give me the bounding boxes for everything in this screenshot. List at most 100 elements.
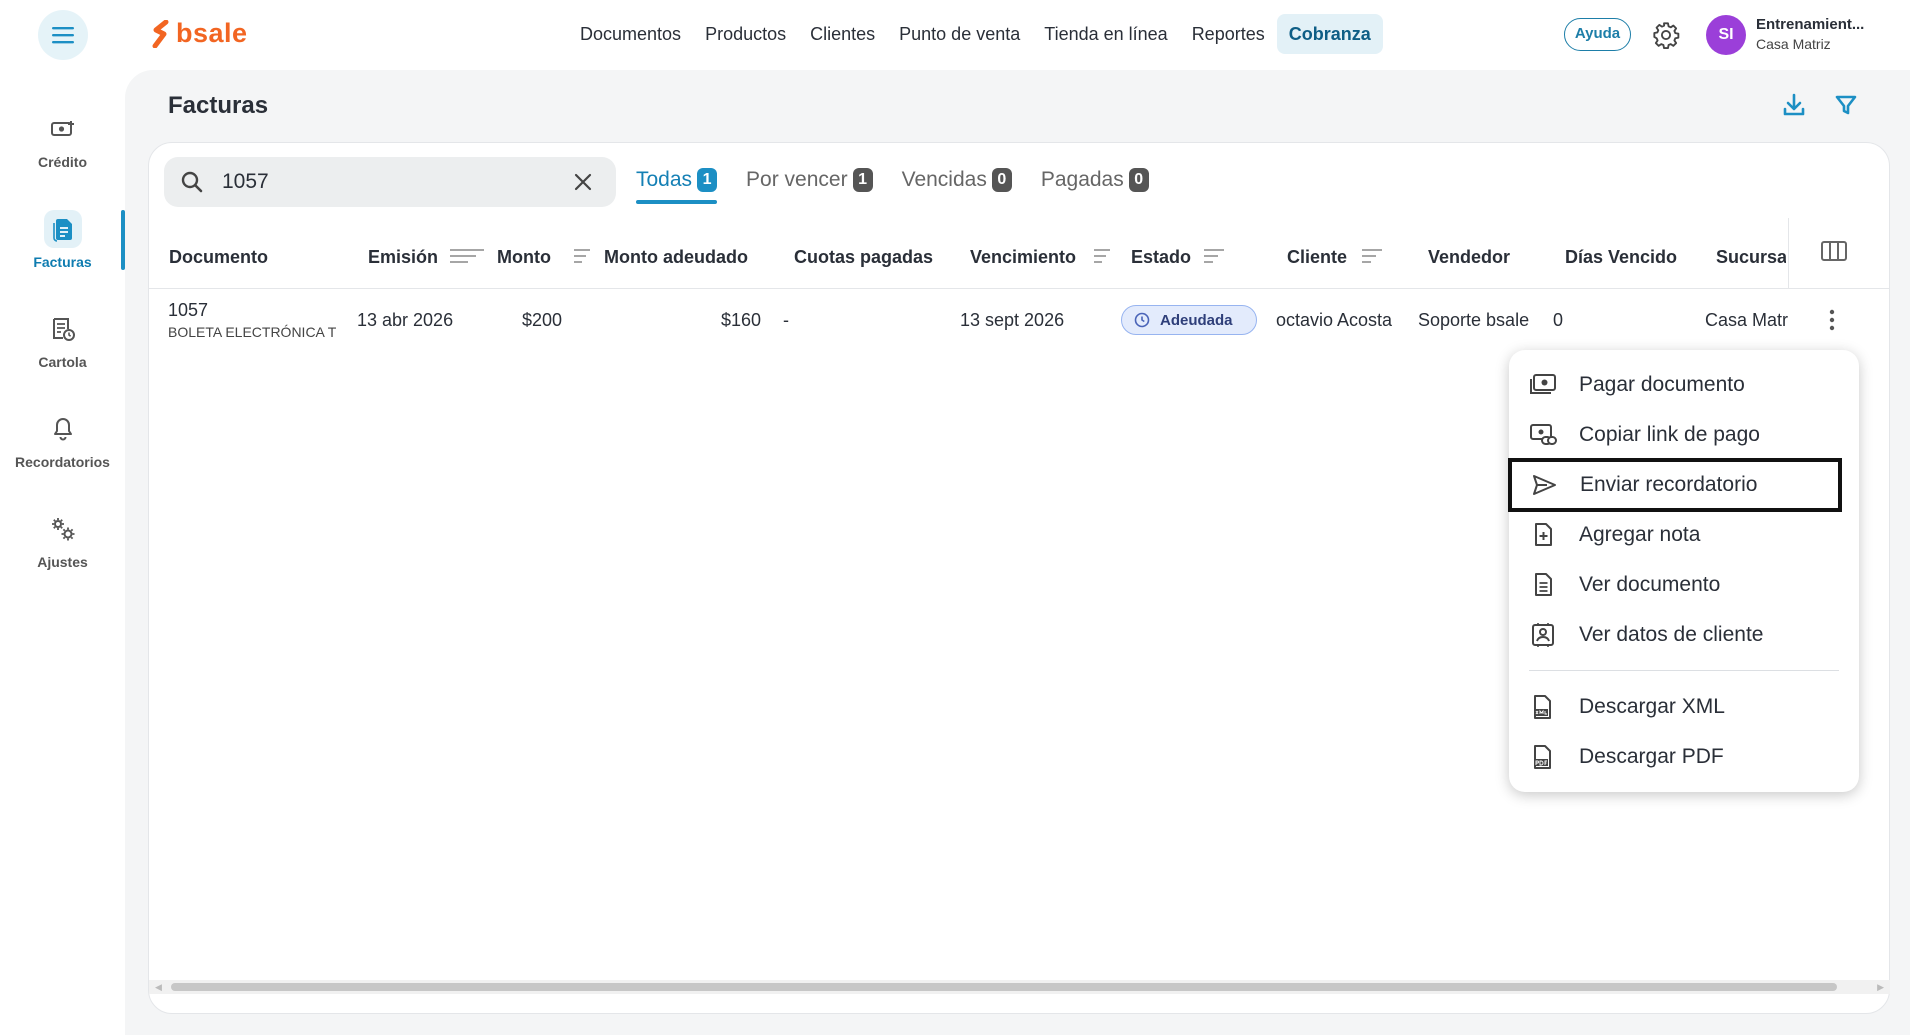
menu-item-enviar-recordatorio[interactable]: Enviar recordatorio (1508, 458, 1842, 512)
sort-icon[interactable] (1203, 247, 1225, 265)
sidebar-item-ajustes[interactable]: Ajustes (0, 510, 125, 590)
sort-icon[interactable] (1361, 247, 1383, 265)
menu-item-descargar-xml[interactable]: Descargar XML (1509, 682, 1859, 732)
menu-item-ver-documento[interactable]: Ver documento (1509, 560, 1859, 610)
menu-item-pagar-documento[interactable]: Pagar documento (1509, 360, 1859, 410)
menu-item-label: Pagar documento (1579, 373, 1745, 396)
sidebar-item-label: Recordatorios (15, 454, 110, 470)
more-vertical-icon (1829, 309, 1835, 331)
sort-icon[interactable] (449, 247, 485, 265)
column-sucursal[interactable]: Sucursal (1716, 225, 1786, 289)
search-box (164, 157, 616, 207)
bell-icon (44, 410, 82, 448)
menu-item-copiar-link[interactable]: Copiar link de pago (1509, 410, 1859, 460)
tab-por-vencer[interactable]: Por vencer 1 (746, 162, 873, 198)
help-button[interactable]: Ayuda (1564, 18, 1631, 51)
nav-productos[interactable]: Productos (693, 14, 798, 54)
horizontal-scrollbar[interactable]: ◀ ▶ (149, 980, 1890, 994)
column-cliente[interactable]: Cliente (1287, 225, 1347, 289)
main-nav: Documentos Productos Clientes Punto de v… (568, 14, 1383, 54)
cell-documento[interactable]: 1057 (168, 300, 208, 321)
menu-item-descargar-pdf[interactable]: Descargar PDF (1509, 732, 1859, 782)
sidebar-item-cartola[interactable]: Cartola (0, 310, 125, 390)
bsale-logo[interactable]: bsale (152, 18, 248, 49)
gears-icon (44, 510, 82, 548)
tab-todas[interactable]: Todas 1 (636, 162, 718, 204)
sort-icon[interactable] (573, 247, 591, 265)
menu-item-label: Descargar XML (1579, 695, 1725, 718)
top-bar: bsale Documentos Productos Clientes Punt… (0, 0, 1910, 70)
contact-card-icon (1532, 623, 1554, 647)
nav-tienda-en-linea[interactable]: Tienda en línea (1032, 14, 1179, 54)
sidebar-item-facturas[interactable]: Facturas (0, 210, 125, 290)
status-badge-label: Adeudada (1160, 311, 1233, 329)
menu-item-label: Ver datos de cliente (1579, 623, 1764, 646)
clock-icon (1134, 312, 1150, 328)
sidebar-item-label: Ajustes (37, 554, 88, 570)
sidebar-item-credito[interactable]: Crédito (0, 110, 125, 190)
tab-label: Vencidas (901, 168, 987, 191)
search-input[interactable] (222, 167, 552, 197)
nav-punto-de-venta[interactable]: Punto de venta (887, 14, 1032, 54)
column-documento[interactable]: Documento (169, 225, 268, 289)
menu-item-label: Descargar PDF (1579, 745, 1724, 768)
cell-monto: $200 (522, 310, 563, 330)
column-cuotas-pagadas[interactable]: Cuotas pagadas (794, 225, 933, 289)
cell-monto-adeudado: $160 (721, 310, 762, 330)
menu-item-label: Enviar recordatorio (1580, 473, 1758, 496)
pdf-file-icon (1534, 745, 1551, 769)
money-icon (44, 110, 82, 148)
user-avatar[interactable]: SI (1706, 15, 1746, 55)
column-emision[interactable]: Emisión (368, 225, 438, 289)
settings-button[interactable] (1652, 21, 1680, 49)
scrollbar-thumb[interactable] (171, 983, 1837, 991)
scroll-left-icon[interactable]: ◀ (155, 982, 162, 993)
cash-icon (1530, 374, 1556, 394)
cell-sucursal: Casa Matr (1705, 310, 1789, 330)
cell-vencimiento: 13 sept 2026 (960, 310, 1065, 330)
download-button[interactable] (1782, 92, 1806, 118)
column-vendedor[interactable]: Vendedor (1428, 225, 1510, 289)
status-badge: Adeudada (1121, 305, 1257, 335)
search-icon (181, 171, 203, 193)
user-info[interactable]: Entrenamient... Casa Matriz (1756, 16, 1896, 52)
column-estado[interactable]: Estado (1131, 225, 1191, 289)
filter-icon (1835, 95, 1857, 115)
menu-item-label: Agregar nota (1579, 523, 1701, 546)
tab-count-badge: 0 (1128, 168, 1149, 192)
user-name: Entrenamient... (1756, 16, 1865, 33)
menu-item-ver-datos-cliente[interactable]: Ver datos de cliente (1509, 610, 1859, 660)
tab-count-badge: 1 (697, 168, 718, 192)
tab-count-badge: 1 (852, 168, 873, 192)
filter-button[interactable] (1834, 93, 1858, 117)
menu-toggle-button[interactable] (38, 10, 88, 60)
nav-clientes[interactable]: Clientes (798, 14, 887, 54)
row-actions-button[interactable] (1826, 308, 1838, 332)
menu-item-agregar-nota[interactable]: Agregar nota (1509, 510, 1859, 560)
tab-vencidas[interactable]: Vencidas 0 (902, 162, 1012, 198)
sort-icon[interactable] (1093, 247, 1111, 265)
send-icon (1533, 475, 1556, 495)
nav-reportes[interactable]: Reportes (1180, 14, 1277, 54)
cell-cliente[interactable]: octavio Acosta (1276, 310, 1392, 331)
scroll-right-icon[interactable]: ▶ (1877, 982, 1884, 993)
nav-cobranza[interactable]: Cobranza (1276, 14, 1383, 54)
column-monto-adeudado[interactable]: Monto adeudado (604, 225, 748, 289)
columns-button[interactable] (1820, 240, 1848, 262)
gear-icon (1653, 22, 1680, 49)
sidebar-item-label: Crédito (38, 154, 87, 170)
close-icon[interactable] (572, 171, 594, 193)
download-icon (1783, 93, 1805, 116)
add-note-icon (1535, 523, 1552, 546)
link-icon (1530, 424, 1557, 445)
column-dias-vencido[interactable]: Días Vencido (1565, 225, 1677, 289)
column-vencimiento[interactable]: Vencimiento (970, 225, 1076, 289)
statement-icon (44, 310, 82, 348)
page-title: Facturas (168, 92, 269, 119)
menu-divider (1529, 670, 1839, 671)
nav-documentos[interactable]: Documentos (568, 14, 693, 54)
sidebar-item-recordatorios[interactable]: Recordatorios (0, 410, 125, 490)
column-monto[interactable]: Monto (497, 225, 551, 289)
tab-label: Todas (636, 168, 693, 191)
tab-pagadas[interactable]: Pagadas 0 (1041, 162, 1149, 198)
